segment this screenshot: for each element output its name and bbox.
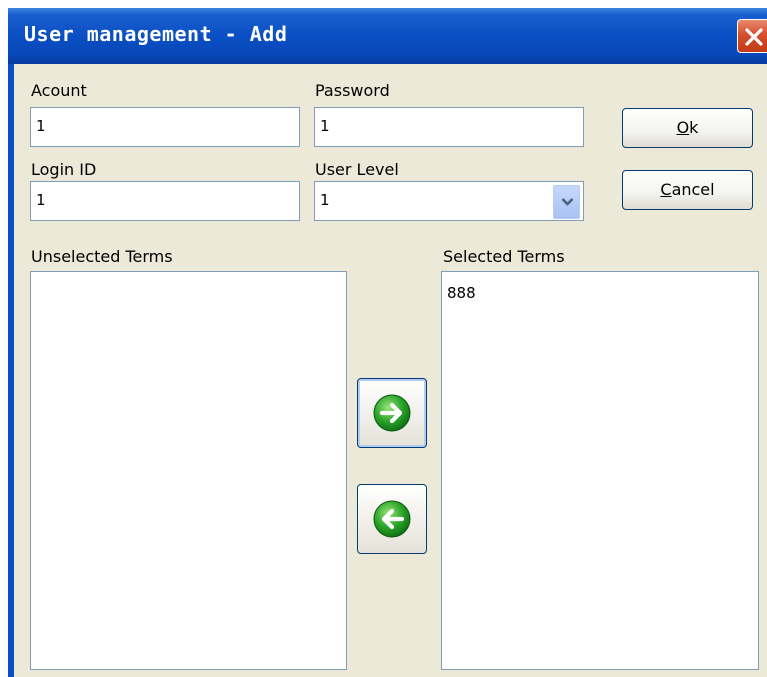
unselected-terms-list[interactable] [30, 271, 347, 670]
user-level-label: User Level [315, 160, 399, 179]
login-id-input[interactable]: 1 [30, 181, 300, 221]
ok-button-label: k [689, 118, 699, 137]
move-left-button[interactable] [357, 484, 427, 554]
ok-button[interactable]: Ok [622, 108, 753, 148]
user-level-select-value: 1 [320, 191, 330, 209]
account-input-value: 1 [36, 117, 46, 135]
list-item[interactable]: 888 [447, 284, 476, 302]
selected-terms-list[interactable]: 888 [441, 271, 759, 670]
account-input[interactable]: 1 [30, 107, 300, 147]
cancel-button-label: ancel [671, 180, 715, 199]
close-icon [745, 28, 763, 46]
ok-button-mnemonic: O [676, 118, 690, 137]
account-label: Acount [31, 81, 87, 100]
chevron-down-icon [561, 198, 574, 206]
window-border-left [8, 64, 14, 677]
unselected-terms-label: Unselected Terms [31, 247, 173, 266]
user-level-select[interactable]: 1 [314, 181, 584, 221]
title-bar[interactable]: User management - Add [8, 8, 767, 64]
login-id-label: Login ID [31, 160, 97, 179]
arrow-left-icon [373, 500, 411, 538]
password-input[interactable]: 1 [314, 107, 584, 147]
password-label: Password [315, 81, 390, 100]
password-input-value: 1 [320, 117, 330, 135]
login-id-input-value: 1 [36, 191, 46, 209]
close-button[interactable] [737, 19, 767, 53]
cancel-button[interactable]: Cancel [622, 170, 753, 210]
user-level-dropdown-button[interactable] [553, 185, 580, 219]
arrow-right-icon [373, 394, 411, 432]
selected-terms-label: Selected Terms [443, 247, 565, 266]
window-title: User management - Add [24, 22, 288, 46]
cancel-button-mnemonic: C [660, 180, 672, 199]
move-right-button[interactable] [357, 378, 427, 448]
user-management-dialog: User management - Add Acount 1 Password … [8, 8, 767, 677]
